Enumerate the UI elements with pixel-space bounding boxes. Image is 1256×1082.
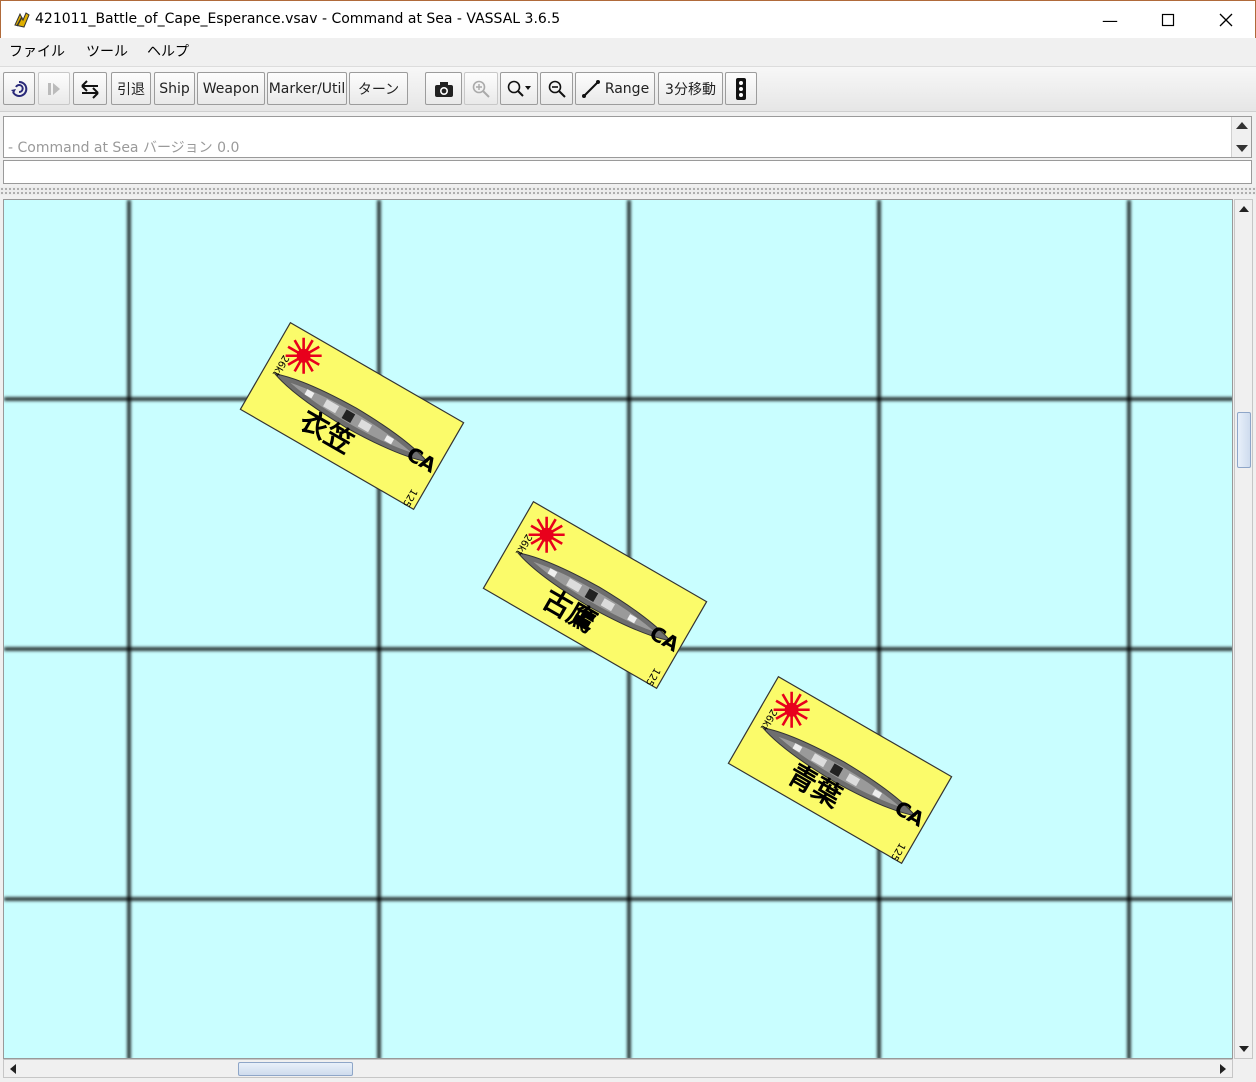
zoom-out-button[interactable] <box>540 72 573 105</box>
split-divider[interactable] <box>0 187 1256 195</box>
vertical-scroll-thumb[interactable] <box>1237 412 1251 468</box>
zoom-menu-button[interactable] <box>500 72 538 105</box>
ship-button[interactable]: Ship <box>154 72 195 105</box>
ship-counter-aoba[interactable]: 青葉 CA 26kt 125 <box>727 675 953 865</box>
camera-button[interactable] <box>425 72 462 105</box>
maximize-icon <box>1161 13 1175 27</box>
ruler-line-icon <box>581 79 600 98</box>
chat-input[interactable] <box>3 160 1252 184</box>
range-label: Range <box>604 80 650 97</box>
minimize-button[interactable]: — <box>1081 1 1139 39</box>
window-title: 421011_Battle_of_Cape_Esperance.vsav - C… <box>35 11 561 27</box>
menu-tools[interactable]: ツール <box>86 41 128 61</box>
zoom-in-button[interactable] <box>464 72 498 105</box>
chat-log-text: - Command at Sea バージョン 0.0 <box>8 140 240 156</box>
signal-button[interactable] <box>725 72 757 105</box>
scroll-down-icon[interactable] <box>1236 145 1248 152</box>
undo-button[interactable] <box>3 72 35 105</box>
map-board[interactable]: 衣笠 CA 26kt 125 古鷹 CA 26kt 125 青葉 CA 26kt… <box>3 199 1233 1059</box>
scrollbar-corner <box>1234 1059 1253 1078</box>
zoom-dropdown-icon <box>507 80 531 97</box>
move-3min-button[interactable]: 3分移動 <box>658 72 723 105</box>
chat-scrollbar[interactable] <box>1231 117 1251 157</box>
swap-arrows-icon <box>81 79 99 99</box>
scroll-left-arrow-icon[interactable] <box>10 1064 16 1074</box>
zoom-out-icon <box>548 80 566 98</box>
scroll-up-icon[interactable] <box>1236 122 1248 129</box>
scroll-down-arrow-icon[interactable] <box>1239 1046 1249 1052</box>
ship-counter-kinugasa[interactable]: 衣笠 CA 26kt 125 <box>239 321 465 511</box>
swap-button[interactable] <box>73 72 107 105</box>
chat-log[interactable]: - Command at Sea バージョン 0.0 <box>3 116 1252 158</box>
camera-icon <box>434 81 453 97</box>
title-bar: 421011_Battle_of_Cape_Esperance.vsav - C… <box>0 0 1256 38</box>
step-forward-button[interactable] <box>38 72 70 105</box>
undo-icon <box>11 80 28 97</box>
zoom-in-icon <box>472 80 490 98</box>
vassal-logo-icon <box>14 12 30 28</box>
marker-util-button[interactable]: Marker/Util <box>267 72 347 105</box>
map-vertical-scrollbar[interactable] <box>1234 199 1253 1059</box>
toolbar: 引退 Ship Weapon Marker/Util ターン Range 3分移… <box>0 66 1256 112</box>
weapon-button[interactable]: Weapon <box>197 72 265 105</box>
retreat-button[interactable]: 引退 <box>111 72 151 105</box>
signal-icon <box>736 77 746 100</box>
hex-grid-map[interactable]: 衣笠 CA 26kt 125 古鷹 CA 26kt 125 青葉 CA 26kt… <box>4 200 1233 1059</box>
ship-counter-furutaka[interactable]: 古鷹 CA 26kt 125 <box>482 500 708 690</box>
range-button[interactable]: Range <box>575 72 655 105</box>
maximize-button[interactable] <box>1139 1 1197 39</box>
menu-help[interactable]: ヘルプ <box>147 41 189 61</box>
scroll-right-arrow-icon[interactable] <box>1220 1064 1226 1074</box>
close-button[interactable] <box>1197 1 1255 39</box>
menu-bar: ファイル ツール ヘルプ <box>0 38 1256 62</box>
step-forward-icon <box>48 82 60 95</box>
turn-button[interactable]: ターン <box>349 72 408 105</box>
menu-file[interactable]: ファイル <box>9 41 65 61</box>
close-icon <box>1219 13 1233 27</box>
map-horizontal-scrollbar[interactable] <box>3 1059 1233 1078</box>
scroll-up-arrow-icon[interactable] <box>1239 206 1249 212</box>
horizontal-scroll-thumb[interactable] <box>238 1062 353 1076</box>
minimize-icon: — <box>1102 10 1118 30</box>
